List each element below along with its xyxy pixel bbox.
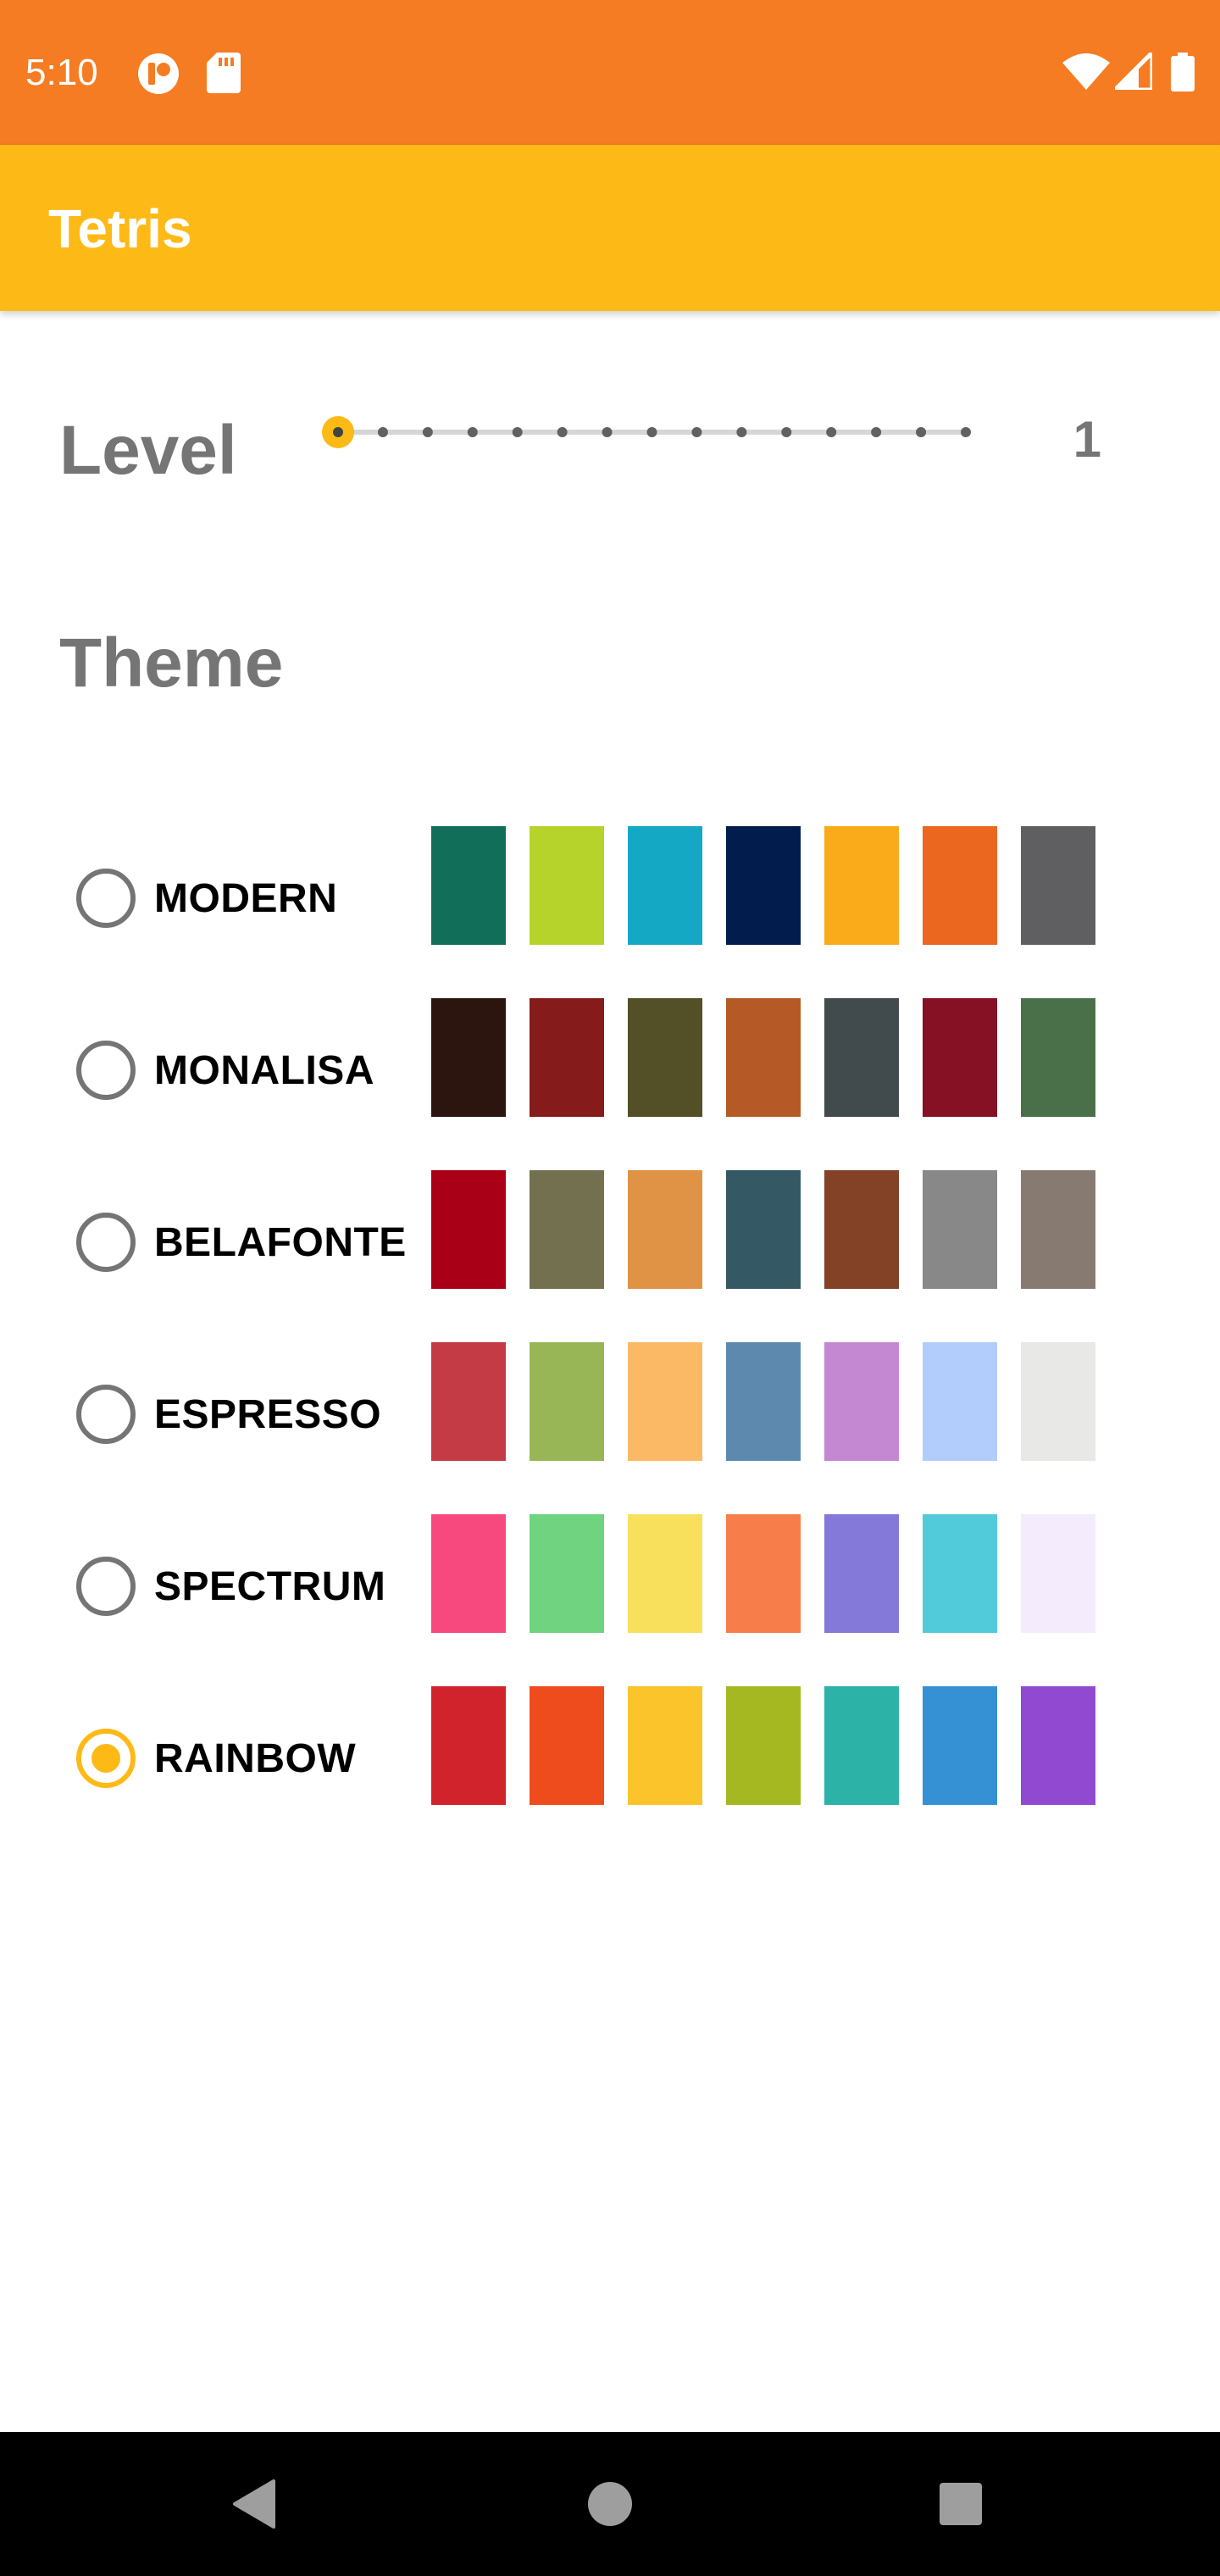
slider-thumb-center [333, 427, 343, 437]
color-swatch [824, 826, 899, 945]
signal-icon [1115, 53, 1152, 90]
color-swatch [431, 1514, 506, 1633]
slider-tick [602, 427, 613, 437]
color-swatch [824, 1514, 899, 1633]
level-value: 1 [1073, 411, 1101, 468]
slider-tick [736, 427, 747, 437]
navigation-bar [0, 2432, 1220, 2576]
color-swatch [530, 1514, 604, 1633]
color-swatch [628, 1342, 702, 1461]
color-swatch [628, 826, 702, 945]
slider-tick [467, 427, 478, 437]
color-swatch [824, 1686, 899, 1805]
theme-option-espresso[interactable]: ESPRESSO [0, 1342, 1220, 1461]
theme-name: ESPRESSO [154, 1392, 382, 1437]
theme-name: MONALISA [154, 1048, 374, 1093]
theme-name: RAINBOW [154, 1736, 357, 1781]
color-swatch [726, 998, 801, 1117]
color-swatch [530, 826, 604, 945]
battery-icon [1171, 53, 1195, 92]
app-bar: Tetris [0, 145, 1220, 311]
color-swatch [923, 1686, 997, 1805]
slider-tick [781, 427, 792, 437]
color-swatch [530, 1170, 604, 1289]
color-swatch [726, 1342, 801, 1461]
theme-name: BELAFONTE [154, 1220, 407, 1265]
theme-option-rainbow[interactable]: RAINBOW [0, 1686, 1220, 1805]
slider-tick [961, 427, 971, 437]
color-swatch [431, 1170, 506, 1289]
color-swatch [431, 826, 506, 945]
color-swatch [726, 1686, 801, 1805]
slider-tick [826, 427, 837, 437]
radio-button[interactable] [76, 1041, 136, 1100]
color-swatch [431, 998, 506, 1117]
notification-app-icon [138, 53, 179, 94]
theme-option-modern[interactable]: MODERN [0, 826, 1220, 945]
slider-tick [422, 427, 433, 437]
radio-button[interactable] [76, 1213, 136, 1272]
color-swatch [824, 1170, 899, 1289]
color-swatch [1021, 826, 1095, 945]
color-swatch [431, 1686, 506, 1805]
color-swatch [628, 1514, 702, 1633]
app-title: Tetris [48, 198, 192, 259]
color-swatch [923, 826, 997, 945]
color-swatch [726, 826, 801, 945]
theme-option-belafonte[interactable]: BELAFONTE [0, 1170, 1220, 1289]
color-swatch [1021, 1514, 1095, 1633]
slider-tick [646, 427, 657, 437]
slider-tick [377, 427, 388, 437]
color-swatch [824, 1342, 899, 1461]
color-swatch [1021, 998, 1095, 1117]
recents-icon[interactable] [923, 2466, 999, 2542]
color-swatch [726, 1170, 801, 1289]
slider-tick [691, 427, 702, 437]
theme-option-monalisa[interactable]: MONALISA [0, 998, 1220, 1117]
color-swatch [923, 1514, 997, 1633]
theme-name: SPECTRUM [154, 1564, 386, 1609]
radio-button[interactable] [76, 869, 136, 928]
color-swatch [923, 1342, 997, 1461]
theme-label: Theme [59, 625, 284, 702]
radio-button[interactable] [76, 1729, 136, 1788]
level-slider[interactable] [322, 407, 983, 458]
level-label: Level [59, 412, 237, 489]
color-swatch [923, 1170, 997, 1289]
color-swatch [1021, 1686, 1095, 1805]
color-swatch [628, 1686, 702, 1805]
color-swatch [530, 998, 604, 1117]
slider-tick [916, 427, 927, 437]
color-swatch [530, 1342, 604, 1461]
color-swatch [628, 998, 702, 1117]
home-icon[interactable] [572, 2466, 648, 2542]
status-bar: 5:10 [0, 0, 1220, 145]
theme-name: MODERN [154, 876, 338, 921]
color-swatch [1021, 1170, 1095, 1289]
back-icon[interactable] [216, 2466, 292, 2542]
sd-card-icon [207, 53, 241, 93]
color-swatch [923, 998, 997, 1117]
color-swatch [628, 1170, 702, 1289]
slider-tick [557, 427, 568, 437]
color-swatch [824, 998, 899, 1117]
slider-tick [871, 427, 882, 437]
color-swatch [1021, 1342, 1095, 1461]
color-swatch [530, 1686, 604, 1805]
color-swatch [431, 1342, 506, 1461]
status-time: 5:10 [25, 52, 98, 93]
radio-button[interactable] [76, 1557, 136, 1616]
slider-tick [512, 427, 523, 437]
radio-button[interactable] [76, 1385, 136, 1444]
color-swatch [726, 1514, 801, 1633]
wifi-icon [1062, 53, 1110, 90]
theme-option-spectrum[interactable]: SPECTRUM [0, 1514, 1220, 1633]
